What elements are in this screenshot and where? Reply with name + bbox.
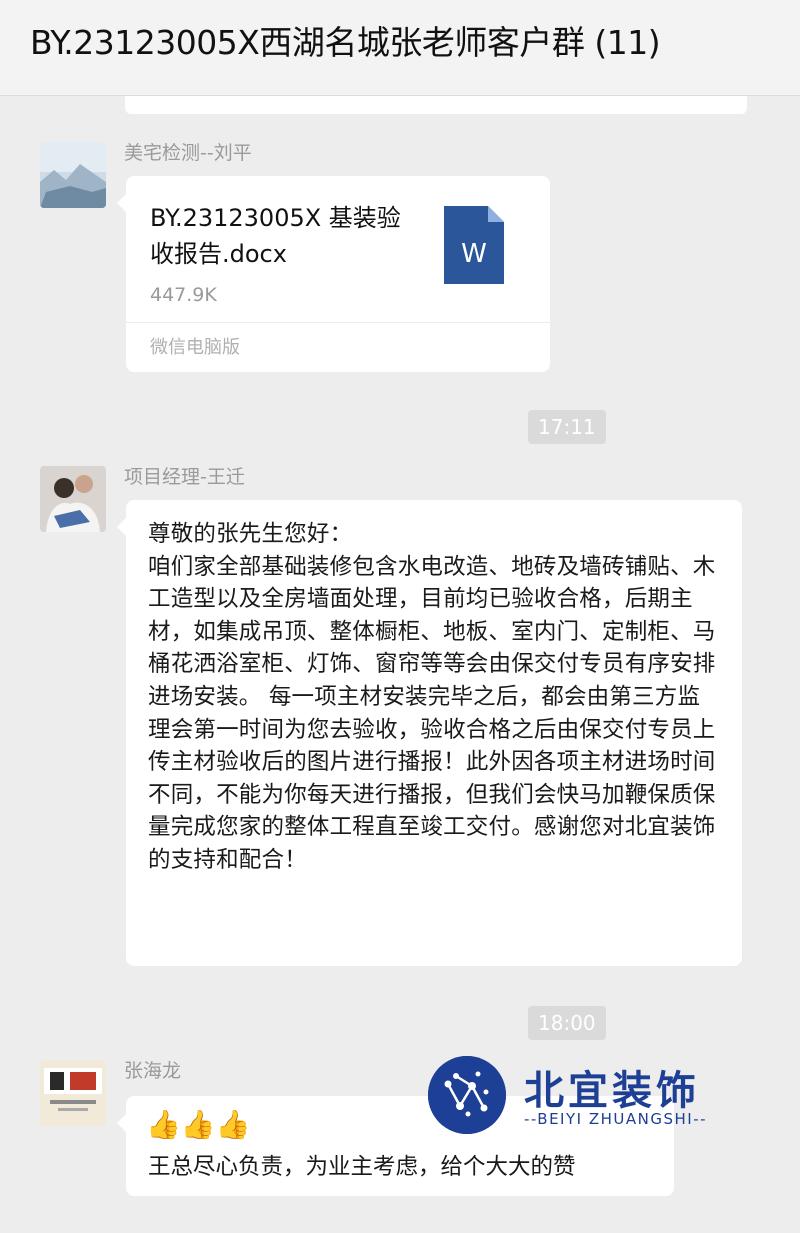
chat-title: BY.23123005X西湖名城张老师客户群 (11) xyxy=(30,23,661,62)
timestamp: 17:11 xyxy=(528,410,606,444)
file-size: 447.9K xyxy=(150,284,217,306)
brand-subtitle: --BEIYI ZHUANGSHI-- xyxy=(524,1110,708,1128)
divider xyxy=(126,322,550,323)
sender-name: 项目经理-王迁 xyxy=(124,466,245,488)
message-text: 王总尽心负责，为业主考虑，给个大大的赞 xyxy=(148,1154,576,1180)
brand-logo-icon xyxy=(428,1056,506,1134)
file-source: 微信电脑版 xyxy=(150,337,240,358)
file-name: BY.23123005X 基装验收报告.docx xyxy=(150,204,401,268)
file-message-card[interactable]: BY.23123005X 基装验收报告.docx 447.9K W 微信电脑版 xyxy=(117,176,550,372)
message-text: 尊敬的张先生您好： 咱们家全部基础装修包含水电改造、地砖及墙砖铺贴、木工造型以及… xyxy=(148,521,716,873)
sender-name: 张海龙 xyxy=(124,1060,182,1082)
previous-message-bubble[interactable] xyxy=(125,96,747,114)
svg-text:W: W xyxy=(461,239,487,269)
word-doc-icon: W xyxy=(444,206,504,284)
sender-name: 美宅检测--刘平 xyxy=(124,142,252,164)
avatar[interactable] xyxy=(40,466,106,532)
avatar[interactable] xyxy=(40,142,106,208)
brand-name: 北宜装饰 xyxy=(524,1068,700,1114)
chat-header: BY.23123005X西湖名城张老师客户群 (11) xyxy=(0,0,800,96)
avatar[interactable] xyxy=(40,1060,106,1126)
text-message-bubble[interactable]: 尊敬的张先生您好： 咱们家全部基础装修包含水电改造、地砖及墙砖铺贴、木工造型以及… xyxy=(117,500,742,966)
thumbs-up-icon: 👍👍👍 xyxy=(146,1108,251,1141)
brand-watermark: 北宜装饰 --BEIYI ZHUANGSHI-- xyxy=(428,1056,738,1134)
timestamp: 18:00 xyxy=(528,1006,606,1040)
